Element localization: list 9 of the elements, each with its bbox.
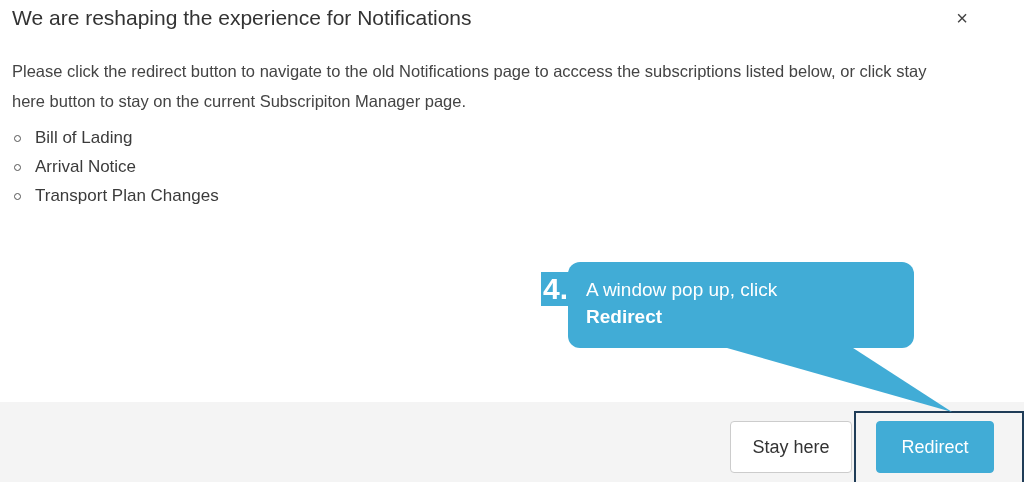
list-item: Transport Plan Changes bbox=[35, 186, 219, 206]
stay-button[interactable]: Stay here bbox=[730, 421, 852, 473]
dialog-message: Please click the redirect button to navigate to the old Notifications page to acccess the subscriptions listed below, or click stay here button to stay on the current Subscripiton Manager page. bbox=[12, 61, 928, 112]
close-button[interactable]: × bbox=[952, 6, 972, 30]
list-item: Bill of Lading bbox=[35, 128, 133, 148]
list-item: Arrival Notice bbox=[35, 157, 137, 177]
step-number: 4. bbox=[541, 272, 571, 306]
dialog-title: We are reshaping the experience for Notifications bbox=[12, 6, 472, 30]
callout-text: A window pop up, click Redirect bbox=[586, 278, 779, 329]
